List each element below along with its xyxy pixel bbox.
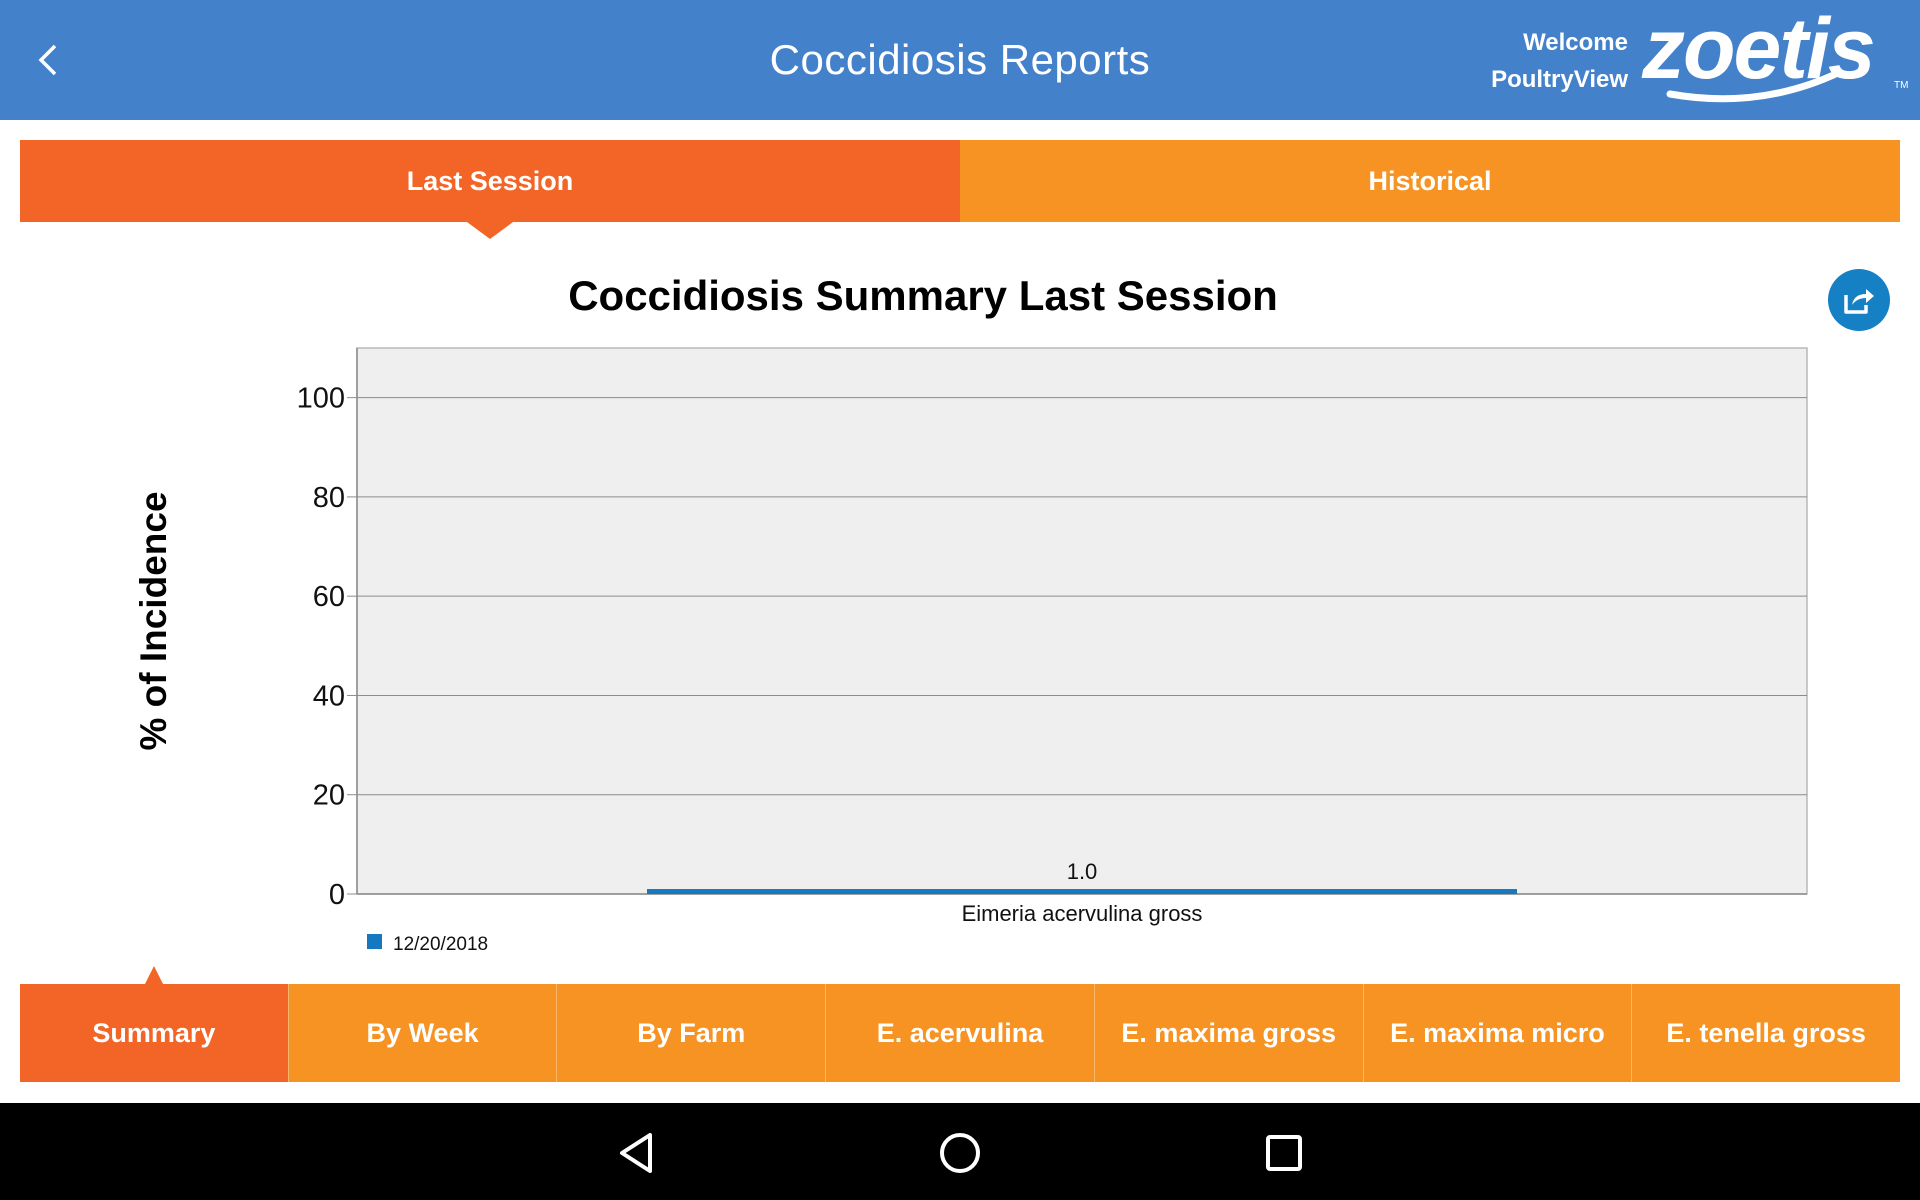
report-type-tabs: Summary By Week By Farm E. acervulina E.…: [20, 966, 1901, 1082]
tab-by-week[interactable]: By Week: [288, 984, 558, 1082]
tab-e-maxima-gross[interactable]: E. maxima gross: [1094, 984, 1364, 1082]
back-triangle-icon: [620, 1133, 652, 1173]
y-tick-label: 80: [313, 482, 345, 514]
bar-data-label: 1.0: [1067, 859, 1098, 884]
x-tick-label: Eimeria acervulina gross: [962, 901, 1203, 926]
y-tick-label: 40: [313, 680, 345, 712]
tab-e-acervulina-label: E. acervulina: [876, 1017, 1044, 1048]
tab-historical[interactable]: Historical: [960, 140, 1900, 222]
legend: 12/20/2018: [367, 934, 488, 955]
app-header: Coccidiosis Reports Welcome PoultryView …: [0, 0, 1920, 120]
tab-e-maxima-gross-label: E. maxima gross: [1121, 1017, 1337, 1048]
y-tick-label: 20: [313, 780, 345, 812]
tab-last-session[interactable]: Last Session: [20, 140, 960, 239]
plot-area: [356, 347, 1808, 895]
tab-by-farm[interactable]: By Farm: [557, 984, 827, 1082]
tab-by-farm-label: By Farm: [637, 1017, 746, 1048]
android-nav-bar: [0, 1103, 1920, 1200]
welcome-text: Welcome PoultryView: [1491, 24, 1628, 98]
y-tick-label: 0: [329, 879, 345, 911]
legend-swatch: [367, 934, 382, 949]
legend-label: 12/20/2018: [393, 934, 488, 955]
recents-square-icon: [1266, 1135, 1302, 1171]
back-button[interactable]: [24, 36, 72, 84]
tab-by-week-label: By Week: [366, 1017, 479, 1048]
svg-text:TM: TM: [1894, 80, 1908, 91]
chevron-left-icon: [38, 44, 57, 76]
zoetis-logo: zoetis TM: [1641, 2, 1908, 103]
nav-recents-button[interactable]: [1254, 1123, 1314, 1183]
svg-text:zoetis: zoetis: [1641, 2, 1874, 97]
tab-e-maxima-micro-label: E. maxima micro: [1390, 1017, 1605, 1048]
x-axis-ticks: Eimeria acervulina gross: [962, 901, 1203, 926]
tab-e-acervulina[interactable]: E. acervulina: [826, 984, 1095, 1082]
share-icon: [1844, 289, 1874, 314]
report-period-tabs: Last Session Historical: [20, 140, 1900, 239]
tab-historical-label: Historical: [1368, 165, 1492, 196]
nav-back-button[interactable]: [606, 1123, 666, 1183]
tab-summary[interactable]: Summary: [20, 966, 289, 1082]
y-axis-label: % of Incidence: [133, 491, 174, 750]
tab-e-tenella-gross-label: E. tenella gross: [1666, 1017, 1866, 1048]
y-tick-label: 100: [297, 383, 345, 415]
tab-e-maxima-micro[interactable]: E. maxima micro: [1363, 984, 1633, 1082]
welcome-line-1: Welcome: [1523, 29, 1628, 56]
home-circle-icon: [940, 1133, 980, 1173]
nav-home-button[interactable]: [930, 1123, 990, 1183]
bar-chart: 0 20 40 60 80 100 % of Incidence 1.0 Eimeria …: [133, 347, 1808, 955]
tab-e-tenella-gross[interactable]: E. tenella gross: [1632, 984, 1901, 1082]
y-tick-label: 60: [313, 581, 345, 613]
welcome-username: PoultryView: [1491, 66, 1628, 93]
tab-summary-label: Summary: [92, 1017, 216, 1048]
share-button[interactable]: [1828, 269, 1890, 331]
tab-last-session-label: Last Session: [406, 165, 574, 196]
chart-title: Coccidiosis Summary Last Session: [568, 272, 1278, 319]
page-title: Coccidiosis Reports: [769, 36, 1151, 83]
bar: [647, 889, 1517, 894]
y-axis-ticks: 0 20 40 60 80 100: [297, 383, 345, 911]
